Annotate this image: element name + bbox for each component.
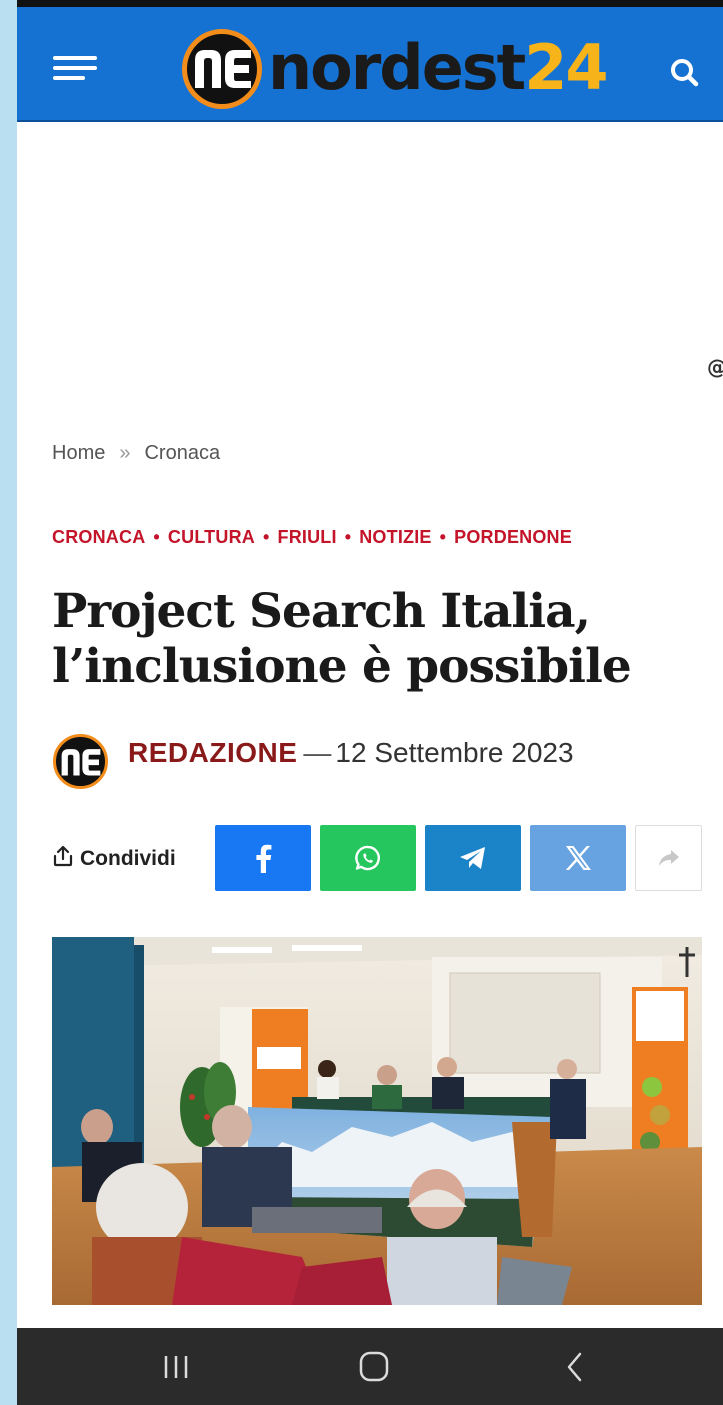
logo-mark	[182, 29, 262, 109]
whatsapp-icon	[355, 845, 380, 871]
back-icon[interactable]	[557, 1350, 597, 1384]
category-separator: •	[344, 527, 352, 547]
share-telegram-button[interactable]	[425, 825, 521, 891]
article-title: Project Search Italia, l’inclusione è po…	[52, 584, 632, 694]
edge-swipe-icon[interactable]: @	[707, 356, 723, 378]
site-logo[interactable]: nordest24	[182, 29, 609, 109]
search-icon[interactable]	[665, 53, 705, 93]
browser-viewport: nordest24 @ Home » Cronaca CRONACA • CULTURA…	[17, 0, 723, 1405]
share-upload-icon	[53, 845, 73, 867]
category-link[interactable]: NOTIZIE	[359, 527, 431, 547]
share-whatsapp-button[interactable]	[320, 825, 416, 891]
breadcrumb-current[interactable]: Cronaca	[144, 442, 220, 464]
share-forward-icon	[658, 850, 679, 866]
recent-apps-icon[interactable]	[157, 1350, 197, 1384]
home-icon[interactable]	[354, 1350, 394, 1384]
conference-photo	[52, 937, 702, 1305]
share-label: Condividi	[80, 847, 176, 870]
share-button[interactable]: Condividi	[52, 844, 176, 871]
x-icon	[565, 846, 591, 870]
category-separator: •	[262, 527, 270, 547]
article-hero-image[interactable]	[52, 937, 702, 1305]
share-more-button[interactable]	[635, 825, 702, 891]
publish-date: 12 Settembre 2023	[335, 737, 574, 768]
telegram-icon	[460, 847, 485, 869]
ad-placeholder	[17, 124, 723, 414]
logo-wordmark: nordest24	[268, 31, 609, 104]
hamburger-icon[interactable]	[53, 54, 99, 84]
site-header: nordest24	[17, 7, 723, 122]
category-link[interactable]: CRONACA	[52, 527, 145, 547]
byline-dash: —	[303, 737, 332, 768]
category-link[interactable]: CULTURA	[168, 527, 255, 547]
category-separator: •	[439, 527, 447, 547]
breadcrumb: Home » Cronaca	[52, 442, 220, 465]
status-strip	[17, 0, 723, 7]
category-separator: •	[153, 527, 160, 547]
category-link[interactable]: FRIULI	[278, 527, 337, 547]
facebook-icon	[256, 844, 272, 873]
author-link[interactable]: REDAZIONE	[128, 737, 297, 768]
byline: REDAZIONE —12 Settembre 2023	[128, 737, 574, 769]
category-link[interactable]: PORDENONE	[454, 527, 572, 547]
author-avatar[interactable]	[53, 734, 108, 789]
share-facebook-button[interactable]	[215, 825, 311, 891]
category-list: CRONACA • CULTURA • FRIULI • NOTIZIE • PORDENONE	[52, 527, 572, 548]
share-x-button[interactable]	[530, 825, 626, 891]
breadcrumb-separator: »	[119, 442, 131, 464]
breadcrumb-home[interactable]: Home	[52, 442, 105, 464]
system-navigation-bar	[17, 1328, 723, 1405]
